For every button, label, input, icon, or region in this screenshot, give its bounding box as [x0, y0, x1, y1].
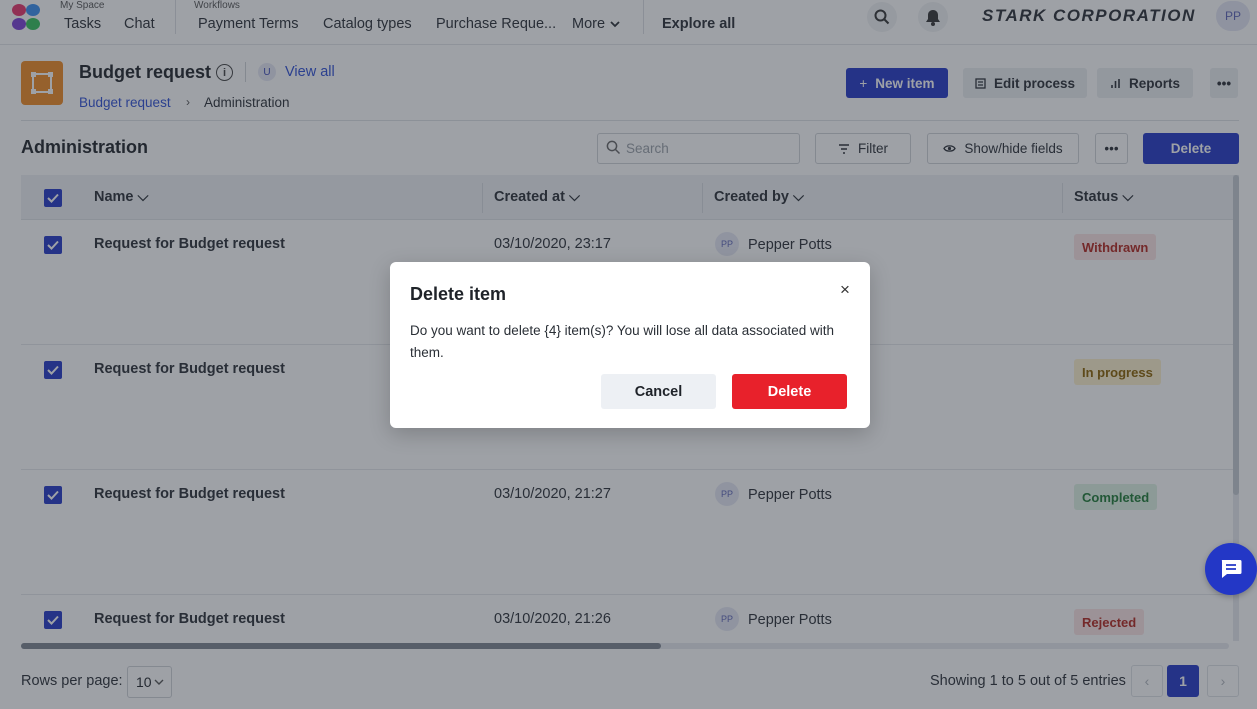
- chat-support-button[interactable]: [1205, 543, 1257, 595]
- dialog-message: Do you want to delete {4} item(s)? You w…: [410, 323, 834, 360]
- close-icon[interactable]: ×: [836, 280, 854, 299]
- dialog-title: Delete item: [410, 284, 507, 304]
- chat-bubble-icon: [1221, 560, 1242, 578]
- confirm-delete-button[interactable]: Delete: [732, 374, 847, 409]
- delete-item-dialog: Delete item × Do you want to delete {4} …: [390, 262, 870, 428]
- cancel-button[interactable]: Cancel: [601, 374, 716, 409]
